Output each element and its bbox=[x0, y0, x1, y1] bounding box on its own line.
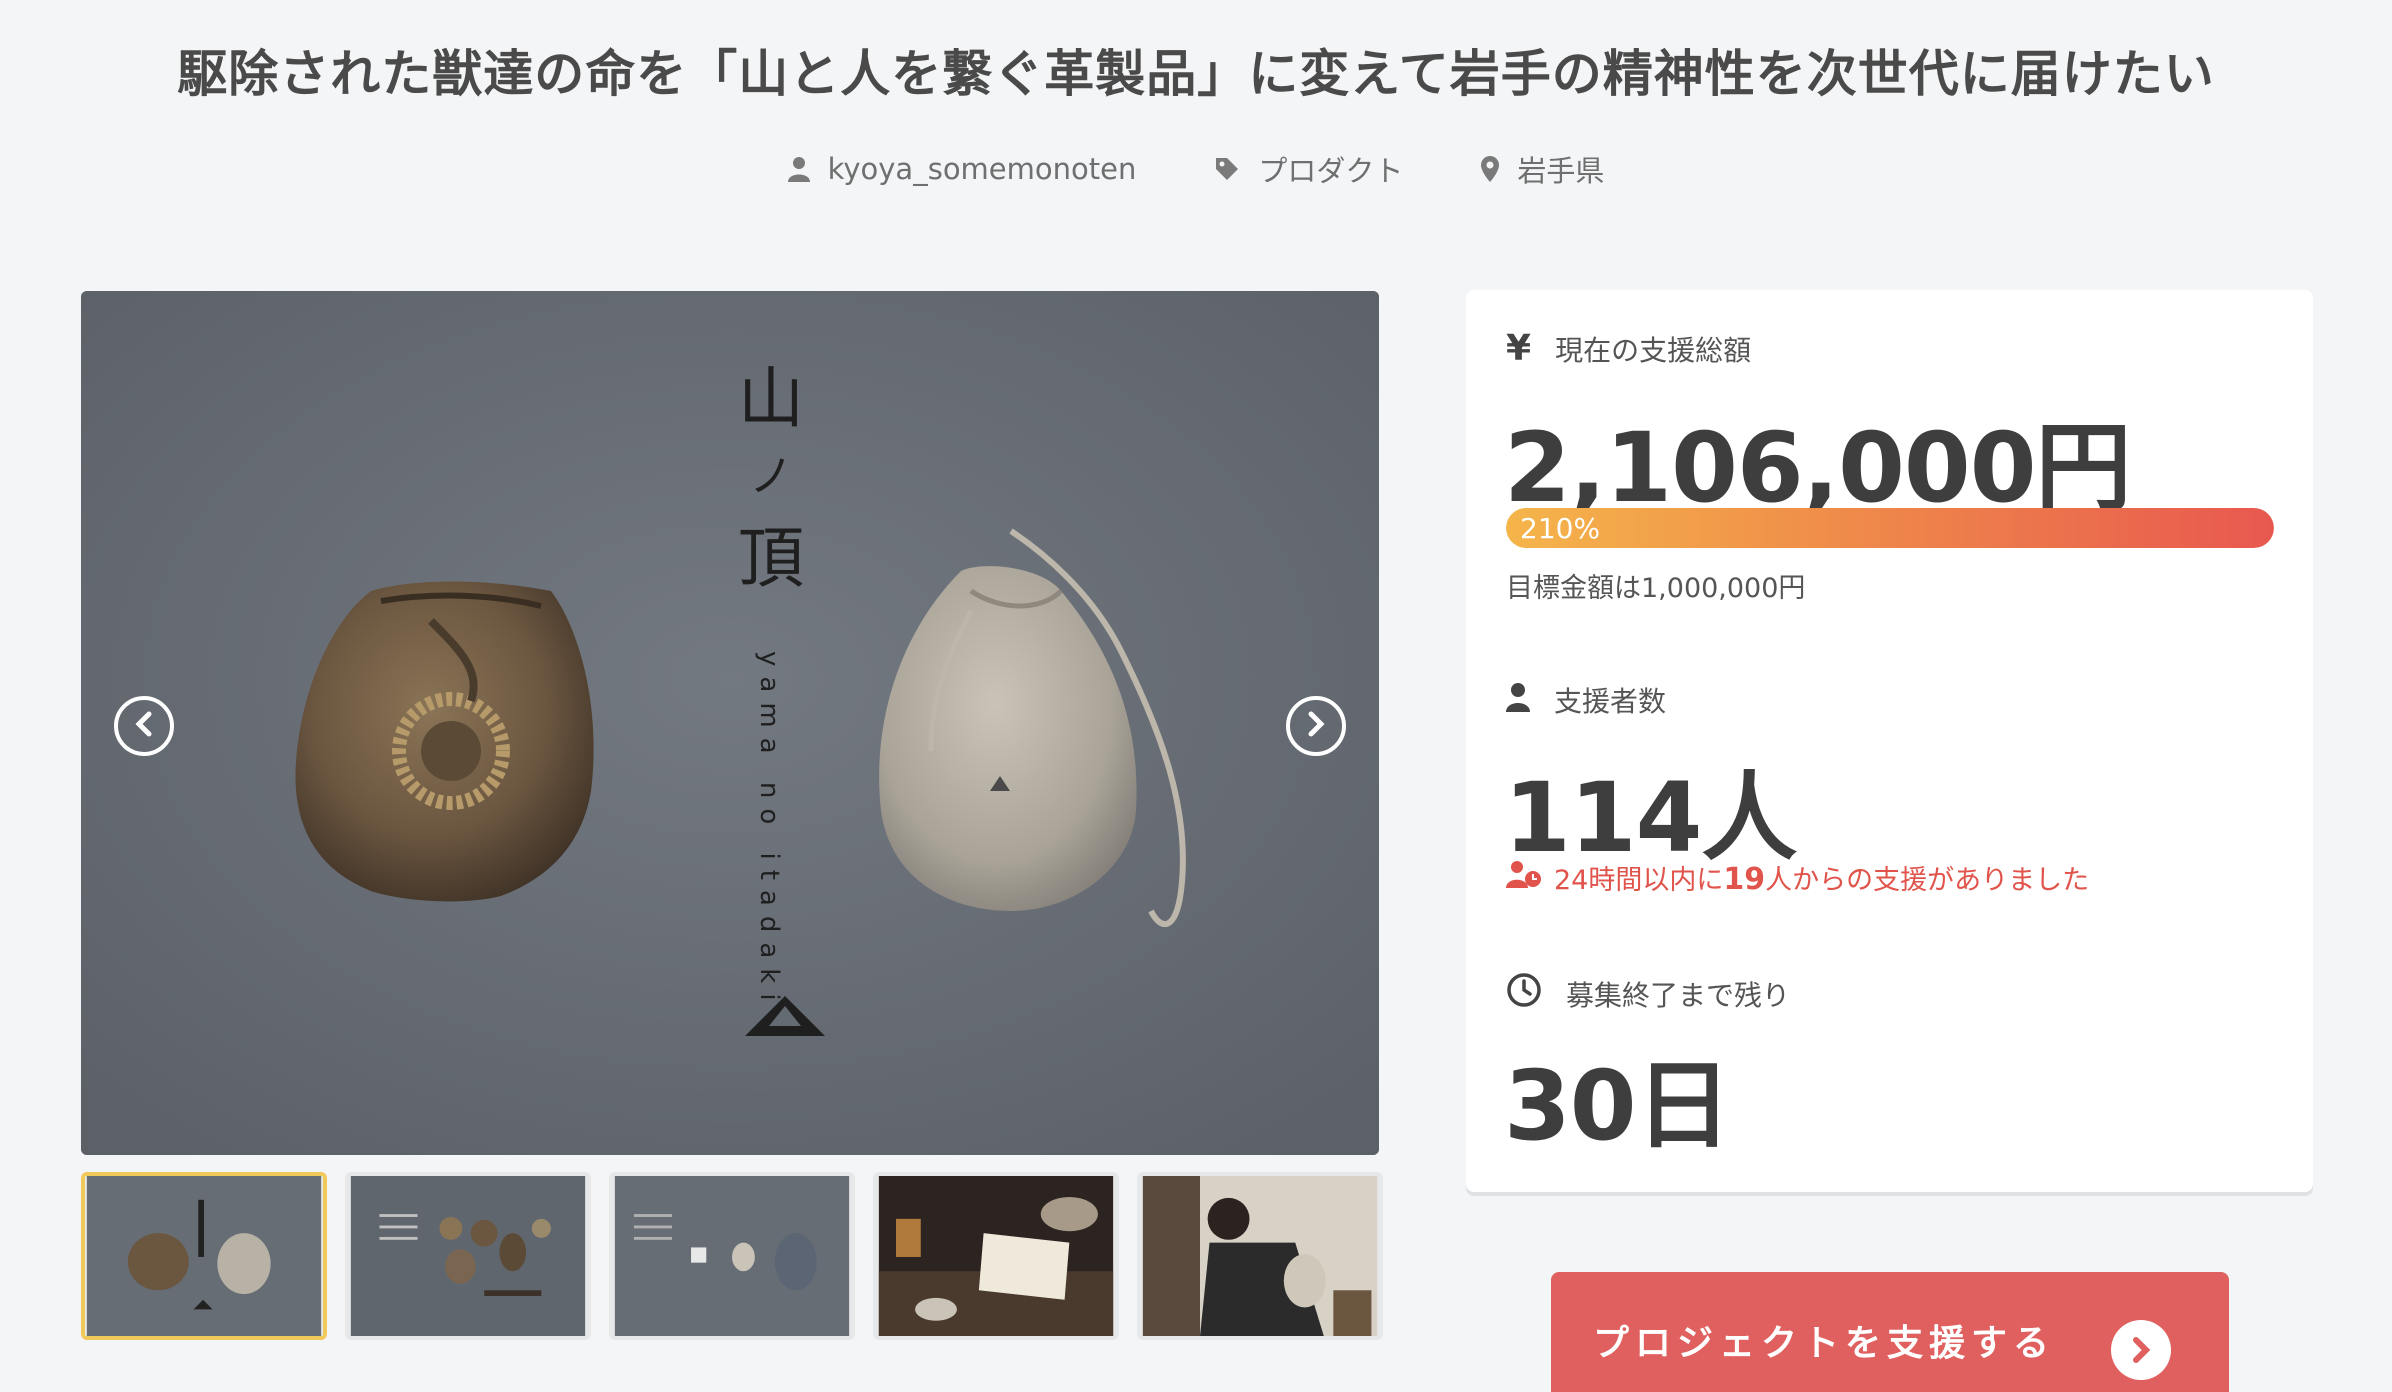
remaining-label: 募集終了まで残り bbox=[1566, 978, 1791, 1012]
tag-icon bbox=[1214, 156, 1240, 182]
funding-stats-card: ¥ 現在の支援総額 2,106,000円 210% 目標金額は1,000,000… bbox=[1466, 290, 2313, 1192]
next-image-button[interactable] bbox=[1286, 696, 1346, 756]
chevron-right-icon bbox=[1305, 711, 1327, 741]
map-pin-icon bbox=[1481, 156, 1500, 182]
thumbnail-1[interactable] bbox=[81, 1172, 327, 1340]
svg-text:山: 山 bbox=[738, 360, 804, 437]
project-title: 駆除された獣達の命を「山と人を繋ぐ革製品」に変えて岩手の精神性を次世代に届けたい bbox=[177, 45, 2215, 103]
recent-backers-note: 24時間以内に19人からの支援がありました bbox=[1506, 858, 2089, 897]
svg-text:頂: 頂 bbox=[738, 520, 804, 597]
yen-icon: ¥ bbox=[1506, 328, 1532, 369]
location-link[interactable]: 岩手県 bbox=[1481, 148, 1604, 190]
thumbnail-2[interactable] bbox=[345, 1172, 591, 1340]
thumbnail-3[interactable] bbox=[609, 1172, 855, 1340]
svg-text:ノ: ノ bbox=[749, 451, 793, 502]
category-link[interactable]: プロダクト bbox=[1214, 148, 1403, 190]
progress-percent: 210% bbox=[1520, 512, 1601, 545]
chevron-right-circle-icon bbox=[2111, 1320, 2171, 1380]
thumbnail-strip bbox=[81, 1172, 1383, 1340]
support-button-label: プロジェクトを支援する bbox=[1593, 1323, 2056, 1364]
amount-label: 現在の支援総額 bbox=[1555, 333, 1752, 367]
recent-count: 19 bbox=[1723, 862, 1766, 897]
backers-label-row: 支援者数 bbox=[1506, 680, 1666, 720]
amount-label-row: ¥ 現在の支援総額 bbox=[1506, 328, 1751, 369]
prev-image-button[interactable] bbox=[114, 696, 174, 756]
backers-label: 支援者数 bbox=[1554, 685, 1667, 718]
remaining-label-row: 募集終了まで残り bbox=[1506, 972, 1790, 1015]
recent-prefix: 24時間以内に bbox=[1554, 865, 1724, 896]
thumbnail-5[interactable] bbox=[1137, 1172, 1383, 1340]
owner-link[interactable]: kyoya_somemonoten bbox=[787, 148, 1137, 190]
funding-progress-bar bbox=[1506, 508, 2274, 548]
chevron-left-icon bbox=[133, 711, 155, 741]
project-page: 駆除された獣達の命を「山と人を繋ぐ革製品」に変えて岩手の精神性を次世代に届けたい… bbox=[0, 0, 2392, 1392]
funding-progress-fill bbox=[1506, 508, 2274, 548]
remaining-value: 30日 bbox=[1504, 1050, 1732, 1162]
user-icon bbox=[1506, 682, 1530, 719]
recent-suffix: 人からの支援がありました bbox=[1765, 865, 2090, 896]
owner-name: kyoya_somemonoten bbox=[827, 152, 1137, 186]
goal-amount: 目標金額は1,000,000円 bbox=[1506, 573, 1806, 604]
thumbnail-4[interactable] bbox=[873, 1172, 1119, 1340]
project-meta: kyoya_somemonoten プロダクト 岩手県 bbox=[0, 148, 2392, 190]
category-name: プロダクト bbox=[1258, 154, 1404, 188]
clock-icon bbox=[1506, 972, 1542, 1015]
user-icon bbox=[787, 156, 810, 182]
support-project-button[interactable]: プロジェクトを支援する bbox=[1551, 1272, 2229, 1392]
main-project-image[interactable]: 山 ノ 頂 yama no itadaki bbox=[81, 291, 1379, 1155]
svg-text:yama no itadaki: yama no itadaki bbox=[754, 651, 784, 1011]
location-name: 岩手県 bbox=[1517, 154, 1605, 188]
user-clock-icon bbox=[1506, 860, 1542, 895]
